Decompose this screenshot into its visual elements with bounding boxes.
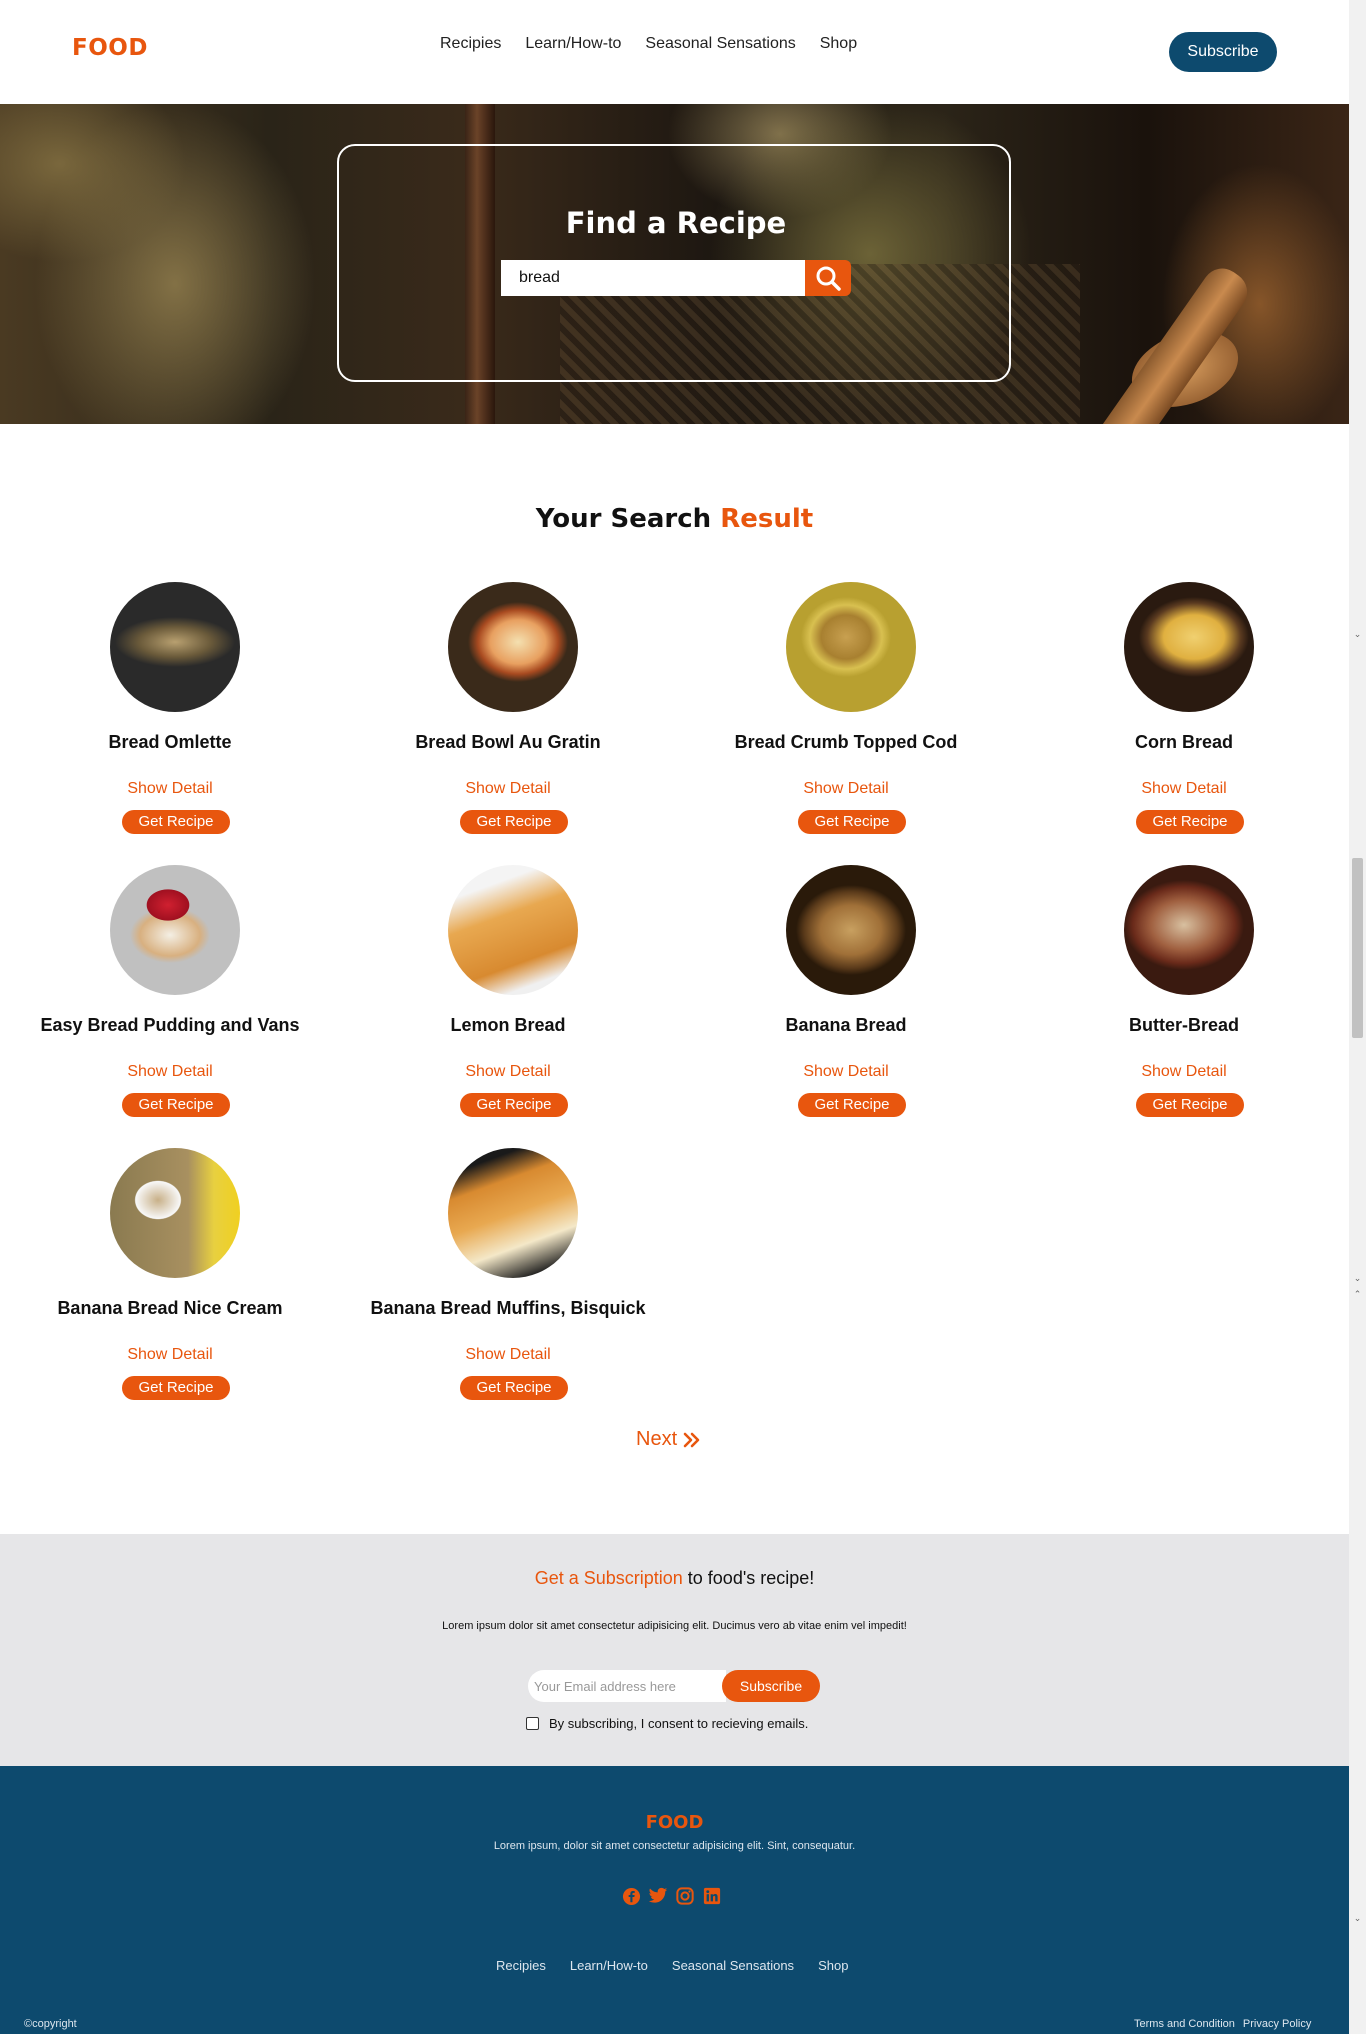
show-detail-link[interactable]: Show Detail: [338, 1346, 678, 1364]
nav-item-seasonal[interactable]: Seasonal Sensations: [645, 35, 795, 53]
linkedin-icon[interactable]: [702, 1886, 722, 1906]
consent-checkbox[interactable]: [526, 1717, 539, 1730]
recipe-title: Bread Bowl Au Gratin: [415, 732, 601, 752]
scroll-up-arrow-icon[interactable]: ⌃: [1352, 1290, 1363, 1301]
footer-nav-seasonal[interactable]: Seasonal Sensations: [672, 1958, 794, 1973]
facebook-icon[interactable]: [621, 1886, 641, 1906]
recipe-image[interactable]: [110, 865, 240, 995]
header: FOOD Recipies Learn/How-to Seasonal Sens…: [0, 0, 1349, 104]
results-title-accent: Result: [720, 504, 814, 534]
show-detail-link[interactable]: Show Detail: [0, 1063, 340, 1081]
nav-item-shop[interactable]: Shop: [820, 35, 857, 53]
consent-label: By subscribing, I consent to recieving e…: [549, 1716, 809, 1731]
next-label: Next: [636, 1428, 678, 1450]
results-title-plain: Your Search: [535, 504, 712, 534]
get-recipe-button[interactable]: Get Recipe: [122, 810, 230, 834]
email-field[interactable]: [528, 1670, 726, 1702]
recipe-image[interactable]: [110, 582, 240, 712]
page-scrollbar[interactable]: ⌄ ⌄ ⌃ ⌄: [1349, 0, 1366, 2034]
search-title: Find a Recipe: [565, 206, 787, 240]
scroll-down-arrow-icon[interactable]: ⌄: [1352, 1274, 1363, 1285]
page: FOOD Recipies Learn/How-to Seasonal Sens…: [0, 0, 1349, 2034]
results-title: Your Search Result: [0, 504, 1349, 534]
recipe-image[interactable]: [1124, 865, 1254, 995]
search-button[interactable]: [805, 260, 851, 296]
recipe-title: Banana Bread: [785, 1015, 907, 1035]
show-detail-link[interactable]: Show Detail: [338, 780, 678, 798]
footer: FOOD Lorem ipsum, dolor sit amet consect…: [0, 1766, 1349, 2034]
terms-link[interactable]: Terms and Condition: [1134, 2018, 1235, 2030]
privacy-link[interactable]: Privacy Policy: [1243, 2018, 1311, 2030]
get-recipe-button[interactable]: Get Recipe: [1136, 1093, 1244, 1117]
get-recipe-button[interactable]: Get Recipe: [122, 1376, 230, 1400]
recipe-title: Bread Crumb Topped Cod: [734, 732, 958, 752]
recipe-image[interactable]: [448, 1148, 578, 1278]
get-recipe-button[interactable]: Get Recipe: [1136, 810, 1244, 834]
recipe-image[interactable]: [448, 865, 578, 995]
nav-item-recipies[interactable]: Recipies: [440, 35, 501, 53]
show-detail-link[interactable]: Show Detail: [676, 780, 1016, 798]
search-panel: Find a Recipe: [337, 144, 1011, 382]
recipe-image[interactable]: [1124, 582, 1254, 712]
scroll-down-arrow-icon[interactable]: ⌄: [1352, 630, 1363, 641]
get-recipe-button[interactable]: Get Recipe: [798, 810, 906, 834]
copyright: ©copyright: [24, 2018, 77, 2030]
get-recipe-button[interactable]: Get Recipe: [798, 1093, 906, 1117]
search-input[interactable]: [501, 260, 805, 296]
recipe-title: Banana Bread Muffins, Bisquick: [370, 1298, 646, 1318]
subscription-heading-accent: Get a Subscription: [534, 1568, 683, 1588]
double-chevron-right-icon: [683, 1432, 700, 1447]
show-detail-link[interactable]: Show Detail: [676, 1063, 1016, 1081]
subscription-text: Lorem ipsum dolor sit amet consectetur a…: [442, 1620, 907, 1632]
logo[interactable]: FOOD: [72, 35, 148, 61]
instagram-icon[interactable]: [675, 1886, 695, 1906]
recipe-title: Banana Bread Nice Cream: [57, 1298, 283, 1318]
recipe-title: Lemon Bread: [450, 1015, 566, 1035]
footer-legal-links: Terms and Condition Privacy Policy: [1134, 2018, 1311, 2030]
footer-nav-recipies[interactable]: Recipies: [496, 1958, 546, 1973]
show-detail-link[interactable]: Show Detail: [1014, 1063, 1349, 1081]
recipe-image[interactable]: [786, 865, 916, 995]
footer-text: Lorem ipsum, dolor sit amet consectetur …: [493, 1840, 856, 1852]
email-subscribe-button[interactable]: Subscribe: [722, 1670, 820, 1702]
subscription-heading-rest: to food's recipe!: [687, 1568, 815, 1588]
get-recipe-button[interactable]: Get Recipe: [122, 1093, 230, 1117]
footer-nav-shop[interactable]: Shop: [818, 1958, 848, 1973]
recipe-title: Corn Bread: [1134, 732, 1233, 752]
show-detail-link[interactable]: Show Detail: [0, 780, 340, 798]
scrollbar-thumb[interactable]: [1352, 858, 1363, 1038]
subscribe-button[interactable]: Subscribe: [1169, 32, 1277, 72]
search-icon: [816, 266, 841, 291]
next-page-link[interactable]: Next: [636, 1428, 701, 1451]
recipe-image[interactable]: [110, 1148, 240, 1278]
twitter-icon[interactable]: [648, 1886, 668, 1906]
get-recipe-button[interactable]: Get Recipe: [460, 1376, 568, 1400]
nav-item-learn[interactable]: Learn/How-to: [525, 35, 621, 53]
social-links: [621, 1886, 722, 1906]
recipe-image[interactable]: [448, 582, 578, 712]
recipe-title: Butter-Bread: [1128, 1015, 1239, 1035]
recipe-title: Bread Omlette: [108, 732, 232, 752]
footer-nav-learn[interactable]: Learn/How-to: [570, 1958, 648, 1973]
recipe-image[interactable]: [786, 582, 916, 712]
show-detail-link[interactable]: Show Detail: [338, 1063, 678, 1081]
footer-nav: Recipies Learn/How-to Seasonal Sensation…: [496, 1958, 848, 1973]
get-recipe-button[interactable]: Get Recipe: [460, 810, 568, 834]
consent-row: By subscribing, I consent to recieving e…: [526, 1716, 808, 1731]
show-detail-link[interactable]: Show Detail: [0, 1346, 340, 1364]
subscription-heading: Get a Subscription to food's recipe!: [0, 1568, 1349, 1589]
scroll-down-arrow-icon[interactable]: ⌄: [1352, 1914, 1363, 1925]
main-nav: Recipies Learn/How-to Seasonal Sensation…: [440, 35, 857, 53]
footer-logo[interactable]: FOOD: [0, 1812, 1349, 1833]
show-detail-link[interactable]: Show Detail: [1014, 780, 1349, 798]
hero-banner: Find a Recipe: [0, 104, 1349, 424]
get-recipe-button[interactable]: Get Recipe: [460, 1093, 568, 1117]
subscription-section: Get a Subscription to food's recipe! Lor…: [0, 1534, 1349, 1766]
recipe-title: Easy Bread Pudding and Vans: [40, 1015, 300, 1035]
